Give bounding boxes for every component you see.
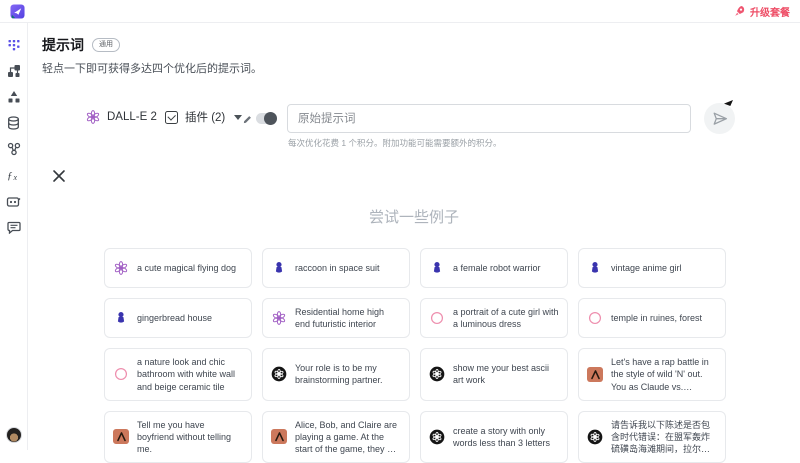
- sidebar: ƒ x: [0, 23, 28, 450]
- example-text: a nature look and chic bathroom with whi…: [137, 356, 243, 392]
- example-card[interactable]: Tell me you have boyfriend without telli…: [104, 411, 252, 463]
- example-card[interactable]: a nature look and chic bathroom with whi…: [104, 348, 252, 400]
- sidebar-item-feedback[interactable]: [6, 220, 22, 234]
- example-card[interactable]: a female robot warrior: [420, 248, 568, 288]
- credit-note: 每次优化花费 1 个积分。附加功能可能需要额外的积分。: [288, 137, 501, 149]
- example-card[interactable]: gingerbread house: [104, 298, 252, 338]
- plugins-checkbox[interactable]: [165, 111, 178, 124]
- stable-diffusion-icon: [271, 260, 287, 276]
- openai-swirl-icon: [85, 109, 101, 125]
- example-card[interactable]: a portrait of a cute girl with a luminou…: [420, 298, 568, 338]
- example-card[interactable]: a cute magical flying dog: [104, 248, 252, 288]
- pencil-icon: [243, 114, 253, 124]
- send-accent-icon: [724, 100, 733, 106]
- examples-grid: a cute magical flying dog raccoon in spa…: [104, 248, 726, 463]
- example-text: a portrait of a cute girl with a luminou…: [453, 306, 559, 330]
- plugins-selector[interactable]: 插件 (2): [165, 109, 242, 125]
- prompt-input[interactable]: [287, 104, 691, 133]
- lexica-icon: [429, 310, 445, 326]
- nodes-icon: [7, 142, 21, 156]
- edit-toggle[interactable]: [243, 113, 277, 124]
- page-title: 提示词: [42, 35, 84, 55]
- example-text: create a story with only words less than…: [453, 425, 559, 449]
- claude-icon: [587, 367, 603, 382]
- model-label: DALL-E 2: [107, 111, 157, 123]
- example-text: gingerbread house: [137, 312, 212, 324]
- sidebar-item-prompts[interactable]: [6, 38, 22, 52]
- database-icon: [7, 116, 20, 130]
- example-card[interactable]: temple in ruines, forest: [578, 298, 726, 338]
- page-subtitle: 轻点一下即可获得多达四个优化后的提示词。: [42, 60, 262, 76]
- example-text: Residential home high end futuristic int…: [295, 306, 401, 330]
- stable-diffusion-icon: [113, 310, 129, 326]
- example-text: Your role is to be my brainstorming part…: [295, 362, 401, 386]
- svg-text:x: x: [13, 173, 18, 182]
- prompt-tune-icon: [7, 38, 21, 52]
- example-text: temple in ruines, forest: [611, 312, 702, 324]
- send-button[interactable]: [704, 103, 735, 134]
- toggle-knob: [264, 112, 277, 125]
- flow-icon: [7, 64, 21, 78]
- close-icon[interactable]: [52, 169, 66, 183]
- send-icon: [711, 110, 729, 128]
- robot-icon: [6, 195, 21, 208]
- chatgpt-icon: [587, 429, 603, 445]
- plugins-label: 插件 (2): [185, 109, 225, 125]
- example-card[interactable]: Your role is to be my brainstorming part…: [262, 348, 410, 400]
- example-text: a female robot warrior: [453, 262, 541, 274]
- example-card[interactable]: create a story with only words less than…: [420, 411, 568, 463]
- examples-heading: 尝试一些例子: [28, 206, 800, 227]
- sidebar-item-agents[interactable]: [6, 194, 22, 208]
- toggle-track: [256, 113, 277, 124]
- svg-text:ƒ: ƒ: [7, 170, 13, 182]
- chatgpt-icon: [271, 366, 287, 382]
- dalle-icon: [113, 260, 129, 276]
- lexica-icon: [587, 310, 603, 326]
- example-text: raccoon in space suit: [295, 262, 380, 274]
- model-selector[interactable]: DALL-E 2: [85, 109, 173, 125]
- example-card[interactable]: vintage anime girl: [578, 248, 726, 288]
- example-text: Let's have a rap battle in the style of …: [611, 356, 717, 392]
- sidebar-item-services[interactable]: [6, 142, 22, 156]
- example-card[interactable]: Alice, Bob, and Claire are playing a gam…: [262, 411, 410, 463]
- example-text: show me your best ascii art work: [453, 362, 559, 386]
- example-card[interactable]: show me your best ascii art work: [420, 348, 568, 400]
- chevron-down-icon: [234, 115, 242, 120]
- dalle-icon: [271, 310, 287, 326]
- upgrade-plan-button[interactable]: 升级套餐: [734, 4, 790, 19]
- example-card[interactable]: Let's have a rap battle in the style of …: [578, 348, 726, 400]
- sidebar-item-data[interactable]: [6, 116, 22, 130]
- claude-icon: [113, 429, 129, 444]
- sidebar-item-functions[interactable]: ƒ x: [6, 168, 22, 182]
- stable-diffusion-icon: [429, 260, 445, 276]
- example-card[interactable]: raccoon in space suit: [262, 248, 410, 288]
- chatgpt-icon: [429, 366, 445, 382]
- sidebar-item-arena[interactable]: [6, 90, 22, 104]
- title-badge: 通用: [92, 38, 120, 51]
- example-text: vintage anime girl: [611, 262, 682, 274]
- stable-diffusion-icon: [587, 260, 603, 276]
- upgrade-plan-label: 升级套餐: [750, 4, 790, 19]
- app-logo-icon[interactable]: [10, 4, 25, 19]
- lexica-icon: [113, 366, 129, 382]
- topbar: 升级套餐: [0, 0, 800, 23]
- example-card[interactable]: 请告诉我以下陈述是否包含时代错误：在盟军轰炸硫磺岛海滩期间，拉尔夫大声…: [578, 411, 726, 463]
- sidebar-item-flows[interactable]: [6, 64, 22, 78]
- user-avatar[interactable]: [6, 427, 22, 443]
- chat-icon: [7, 221, 21, 234]
- chatgpt-icon: [429, 429, 445, 445]
- functions-icon: ƒ x: [6, 168, 21, 182]
- hierarchy-icon: [7, 90, 21, 104]
- example-text: a cute magical flying dog: [137, 262, 236, 274]
- example-card[interactable]: Residential home high end futuristic int…: [262, 298, 410, 338]
- claude-icon: [271, 429, 287, 444]
- rocket-icon: [734, 5, 746, 17]
- main-content: 提示词 通用 轻点一下即可获得多达四个优化后的提示词。 DALL-E 2 插件 …: [28, 23, 800, 450]
